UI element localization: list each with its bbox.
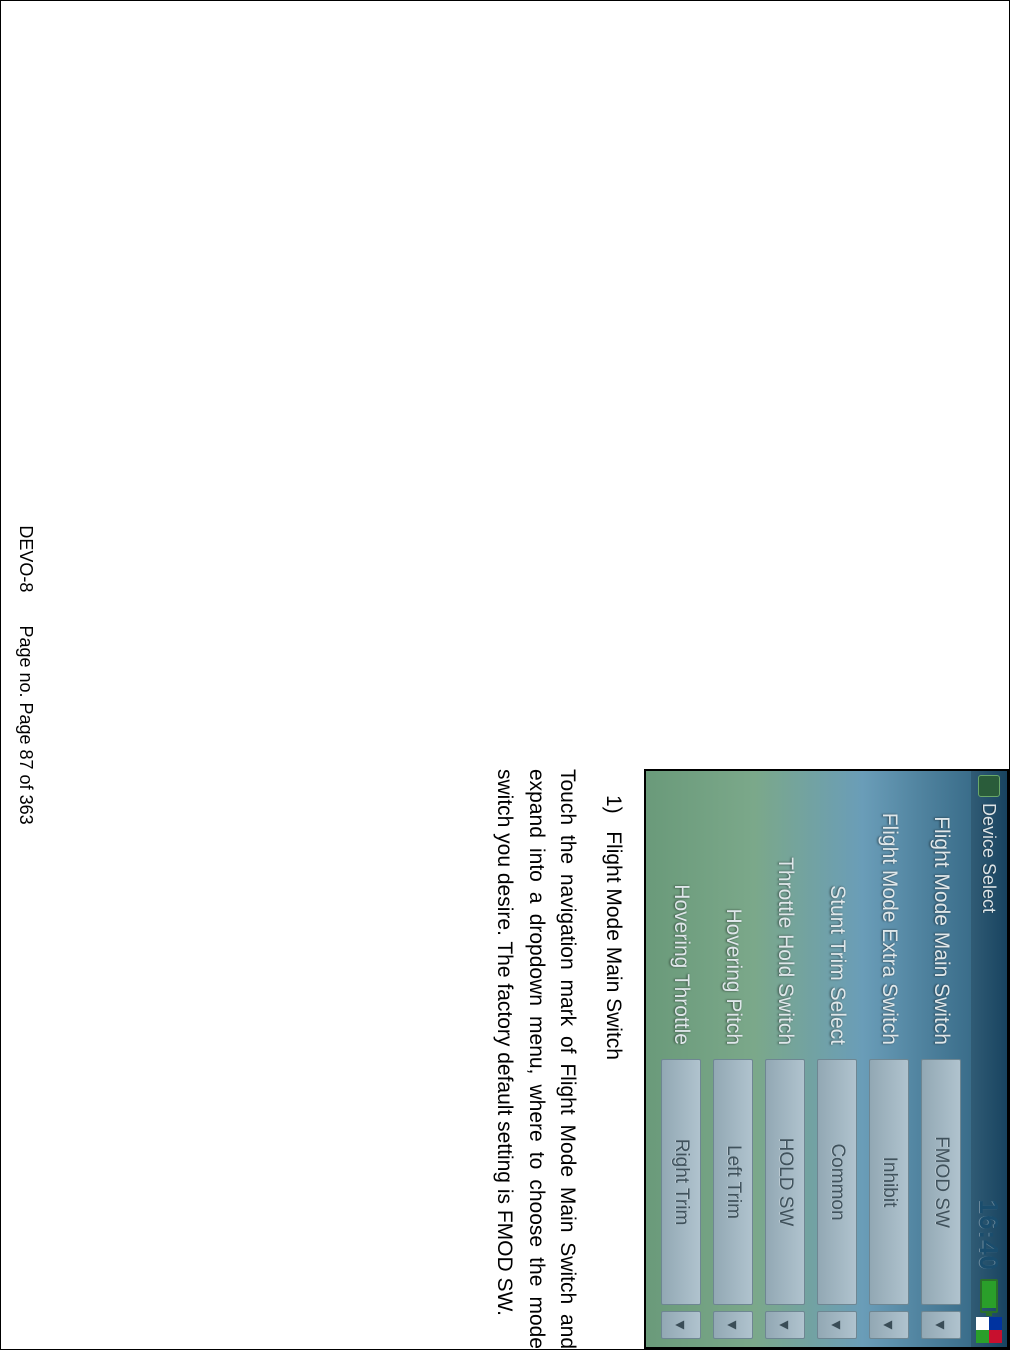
chevron-down-icon[interactable]: ▾ — [661, 1311, 701, 1339]
row-label: Throttle Hold Switch — [773, 779, 797, 1059]
screenshot: Device Select 16:40 Flight Mode Main Swi… — [644, 769, 1009, 1349]
row-stunt-trim-select: Stunt Trim Select Common ▾ — [813, 779, 861, 1339]
app-icon — [978, 775, 1000, 797]
row-value[interactable]: Right Trim — [661, 1059, 701, 1305]
body-text: Touch the navigation mark of Flight Mode… — [489, 769, 584, 1349]
chevron-down-icon[interactable]: ▾ — [765, 1311, 805, 1339]
row-hovering-throttle: Hovering Throttle Right Trim ▾ — [657, 779, 705, 1339]
row-hovering-pitch: Hovering Pitch Left Trim ▾ — [709, 779, 757, 1339]
row-value[interactable]: Left Trim — [713, 1059, 753, 1305]
row-label: Stunt Trim Select — [825, 779, 849, 1059]
row-label: Flight Mode Extra Switch — [877, 779, 901, 1059]
section-heading: 1) Flight Mode Main Switch — [598, 795, 630, 1349]
row-value[interactable]: Inhibit — [869, 1059, 909, 1305]
row-value[interactable]: HOLD SW — [765, 1059, 805, 1305]
footer-model: DEVO-8 — [16, 525, 36, 592]
flags-icon — [976, 1317, 1002, 1343]
row-flight-mode-main-switch: Flight Mode Main Switch FMOD SW ▾ — [917, 779, 965, 1339]
titlebar: Device Select 16:40 — [971, 771, 1007, 1347]
heading-text: Flight Mode Main Switch — [602, 831, 625, 1060]
heading-number: 1) — [602, 795, 625, 814]
row-label: Hovering Pitch — [721, 779, 745, 1059]
clock: 16:40 — [974, 1200, 1005, 1276]
row-value[interactable]: Common — [817, 1059, 857, 1305]
page-footer: DEVO-8 Page no. Page 87 of 363 — [15, 1, 36, 1349]
row-label: Hovering Throttle — [669, 779, 693, 1059]
row-value[interactable]: FMOD SW — [921, 1059, 961, 1305]
row-throttle-hold-switch: Throttle Hold Switch HOLD SW ▾ — [761, 779, 809, 1339]
page: Device Select 16:40 Flight Mode Main Swi… — [0, 0, 1010, 1350]
settings-rows: Flight Mode Main Switch FMOD SW ▾ Flight… — [657, 771, 971, 1347]
text-block: 1) Flight Mode Main Switch Touch the nav… — [489, 769, 629, 1349]
chevron-down-icon[interactable]: ▾ — [921, 1311, 961, 1339]
row-flight-mode-extra-switch: Flight Mode Extra Switch Inhibit ▾ — [865, 779, 913, 1339]
row-label: Flight Mode Main Switch — [929, 779, 953, 1059]
footer-page: Page no. Page 87 of 363 — [16, 625, 36, 824]
chevron-down-icon[interactable]: ▾ — [713, 1311, 753, 1339]
screen-title: Device Select — [979, 803, 1000, 913]
chevron-down-icon[interactable]: ▾ — [817, 1311, 857, 1339]
battery-icon — [980, 1279, 998, 1313]
chevron-down-icon[interactable]: ▾ — [869, 1311, 909, 1339]
